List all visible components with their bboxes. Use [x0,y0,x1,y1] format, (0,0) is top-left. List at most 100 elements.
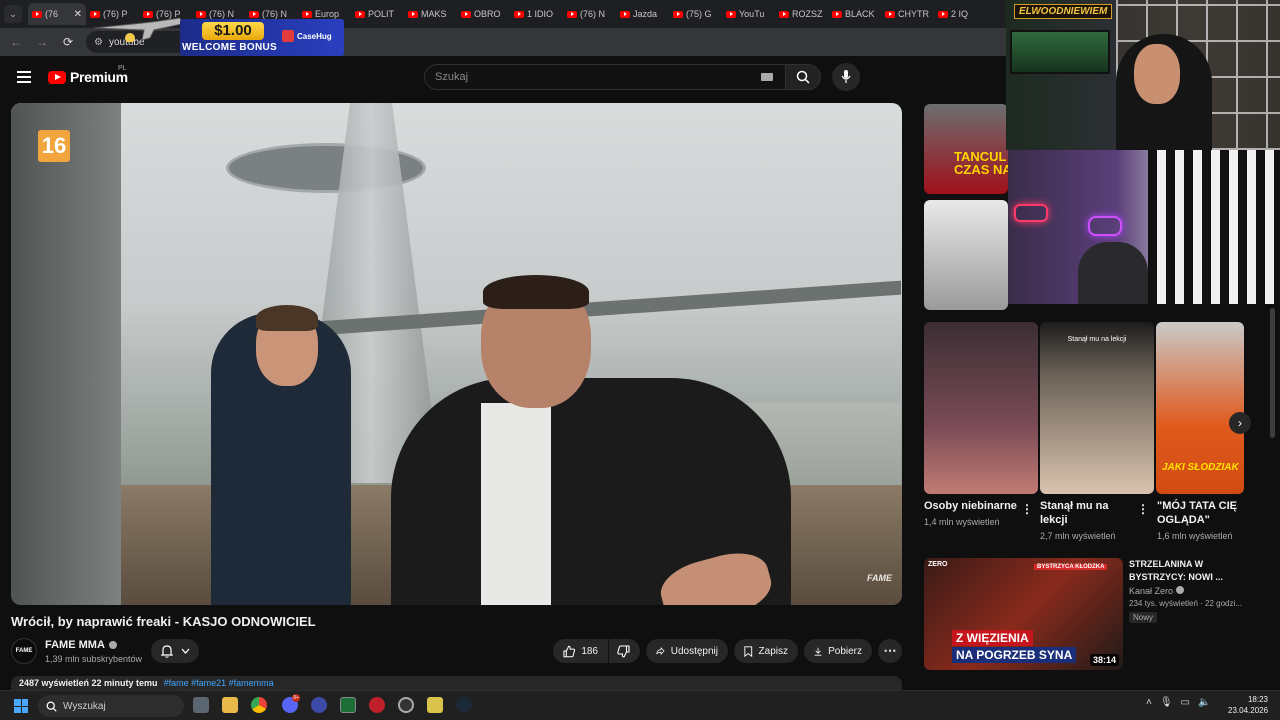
save-button[interactable]: Zapisz [734,639,798,663]
search-button[interactable] [785,64,821,90]
verified-icon [1175,586,1184,594]
steam-icon[interactable] [456,697,472,713]
save-label: Zapisz [758,645,788,657]
hashtags[interactable]: #fame #fame21 #famemma [164,678,274,688]
short-views: 2,7 mln wyświetleń [1040,531,1116,541]
recommended-channel[interactable]: Kanał Zero [1129,586,1184,596]
youtube-favicon-icon [567,10,577,18]
sidebar-thumb-top[interactable]: TANCUL CZAS NA [924,104,1008,194]
channel-avatar[interactable]: FAME [11,638,37,664]
browser-tab[interactable]: MAKS [404,3,457,25]
ad-brand-name: CaseHug [297,31,332,41]
chevron-down-icon [181,648,189,654]
youtube-favicon-icon [779,10,789,18]
more-actions-button[interactable]: ⋯ [878,639,902,663]
browser-tab[interactable]: CHYTR [881,3,934,25]
youtube-favicon-icon [938,10,948,18]
voice-search-button[interactable] [832,63,860,91]
browser-tab[interactable]: BLACK [828,3,881,25]
youtube-favicon-icon [885,10,895,18]
casehug-ad-overlay[interactable]: $1.00 WELCOME BONUS CaseHug [92,10,344,56]
browser-tab[interactable]: YouTu [722,3,775,25]
short-title[interactable]: "MÓJ TATA CIĘ OGLĄDA" [1157,499,1257,527]
recommended-video-thumb[interactable]: ZERO BYSTRZYCA KŁODZKA Z WIĘZIENIA NA PO… [924,558,1123,670]
more-icon: ⋯ [883,643,897,658]
keyboard-icon[interactable] [761,73,773,81]
dislike-button[interactable] [609,639,640,663]
sidebar-scrollbar[interactable] [1270,308,1275,438]
short-thumb-1[interactable] [924,322,1038,494]
short-thumb-2[interactable]: Stanął mu na lekcji [1040,322,1154,494]
guest-webcam [1008,150,1280,304]
browser-tab[interactable]: 1 IDIO [510,3,563,25]
recommended-video-title[interactable]: STRZELANINA W BYSTRZYCY: NOWI ... [1129,558,1249,584]
browser-tab[interactable]: OBRO [457,3,510,25]
ad-brand-logo: CaseHug [282,30,332,42]
youtube-logo-icon [48,70,66,84]
chrome-icon[interactable] [251,697,267,713]
browser-tab[interactable]: POLIT [351,3,404,25]
person-right-hair [483,275,589,309]
xbox-icon[interactable] [340,697,356,713]
tab-list-button[interactable]: ⌄ [4,5,22,23]
tab-title: (76) N [580,9,606,19]
forward-icon[interactable]: → [34,35,50,49]
windows-start-icon[interactable] [14,699,28,713]
short-menu-icon[interactable]: ⋮ [1137,502,1149,516]
short-thumb-3[interactable]: JAKI SŁODZIAK [1156,322,1244,494]
chevron-up-icon[interactable]: ˄ [1146,697,1152,708]
app-icon[interactable] [311,697,327,713]
clock-time: 18:23 [1247,695,1268,704]
system-tray: ˄ 🎙 ▭ 🔈 [1146,697,1210,708]
short-caption: JAKI SŁODZIAK [1162,462,1239,473]
shorts-next-button[interactable]: › [1229,412,1251,434]
close-tab-icon[interactable]: ✕ [74,9,82,20]
browser-tab[interactable]: (76 ✕ [28,3,86,25]
share-button[interactable]: Udostępnij [646,639,728,663]
short-title[interactable]: Stanął mu na lekcji [1040,499,1130,527]
browser-tab[interactable]: ROZSZ [775,3,828,25]
description-box[interactable]: 2487 wyświetleń 22 minuty temu #fame #fa… [11,676,902,690]
short-menu-icon[interactable]: ⋮ [1021,502,1033,516]
verified-icon [108,641,117,649]
browser-tab[interactable]: 2 IQ [934,3,987,25]
display-icon[interactable]: ▭ [1181,697,1190,708]
ad-amount: $1.00 [202,22,264,40]
tab-title: OBRO [474,9,501,19]
youtube-header: Premium PL Szukaj [0,56,1006,100]
browser-tab[interactable]: Jazda [616,3,669,25]
short-caption: Stanął mu na lekcji [1067,336,1127,343]
obs-icon[interactable] [398,697,414,713]
recording-app-icon[interactable] [369,697,385,713]
video-player[interactable]: 16 FAME [11,103,902,605]
bookmark-icon [744,645,753,657]
menu-icon[interactable] [17,71,31,83]
reload-icon[interactable]: ⟳ [60,35,76,49]
volume-icon[interactable]: 🔈 [1198,697,1210,708]
windows-taskbar: Wyszukaj 9+ ˄ 🎙 ▭ 🔈 18:23 23.04.2026 [0,690,1280,720]
browser-tab[interactable]: (76) N [563,3,616,25]
sidebar-thumb-second[interactable] [924,200,1008,310]
tab-title: ROZSZ [792,9,823,19]
youtube-favicon-icon [832,10,842,18]
channel-name[interactable]: FAME MMA [45,639,117,651]
streamer-webcam: ELWOODNIEWIEM [1006,0,1280,150]
download-button[interactable]: Pobierz [804,639,872,663]
taskbar-search[interactable]: Wyszukaj [38,695,184,717]
youtube-premium-logo[interactable]: Premium PL [48,65,128,85]
short-views: 1,4 mln wyświetleń [924,517,1000,527]
tab-title: 2 IQ [951,9,969,19]
browser-tab[interactable]: (75) G [669,3,722,25]
search-input[interactable]: Szukaj [424,64,786,90]
share-label: Udostępnij [670,645,718,657]
short-title[interactable]: Osoby niebinarne [924,499,1024,513]
tool-icon[interactable] [427,697,443,713]
notification-bell-button[interactable] [151,639,199,663]
back-icon[interactable]: ← [8,35,24,49]
microphone-tray-icon[interactable]: 🎙 [1160,697,1173,708]
taskbar-clock[interactable]: 18:23 23.04.2026 [1228,694,1268,716]
like-button[interactable]: 186 [553,639,608,663]
thumbs-down-icon [617,644,630,658]
file-explorer-icon[interactable] [222,697,238,713]
task-view-icon[interactable] [193,697,209,713]
